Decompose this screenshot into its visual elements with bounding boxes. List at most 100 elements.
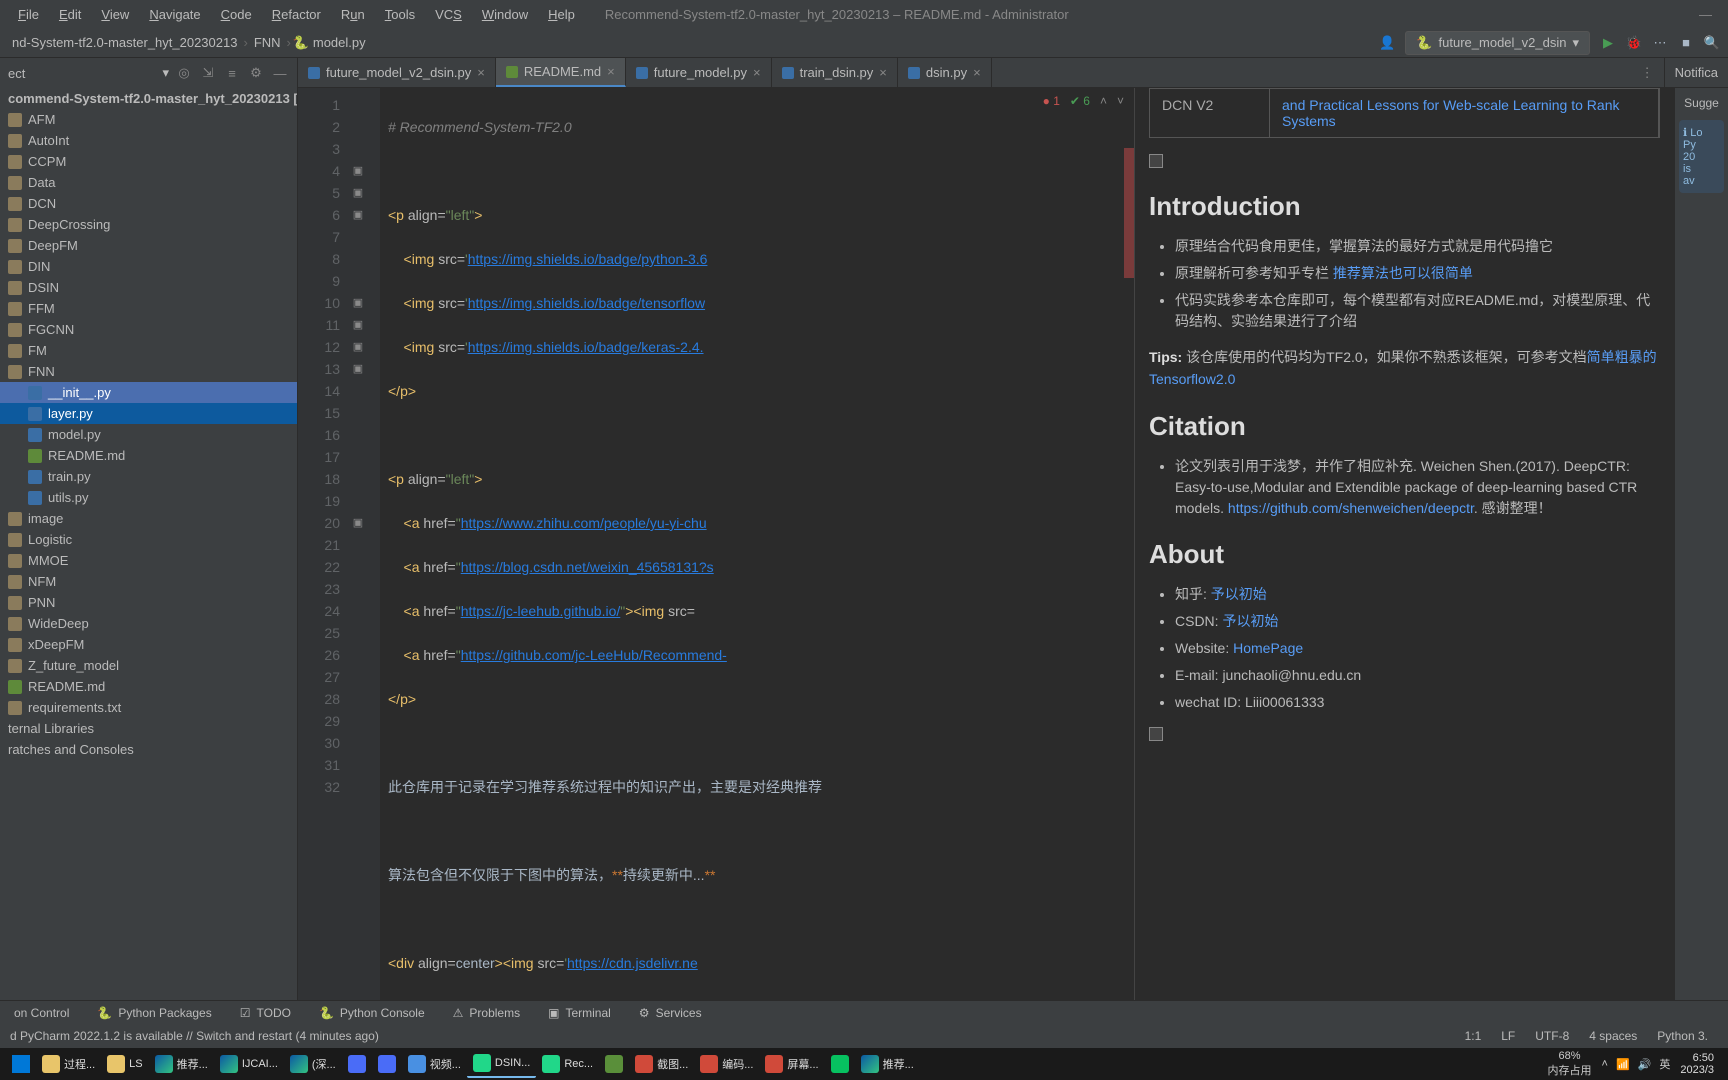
collapse-icon[interactable]: ≡ [223, 66, 241, 81]
tree-folder[interactable]: CCPM [0, 151, 297, 172]
taskbar-item[interactable] [599, 1050, 629, 1078]
tree-folder[interactable]: FFM [0, 298, 297, 319]
tree-scratches[interactable]: ratches and Consoles [0, 739, 297, 760]
taskbar-clock[interactable]: 6:50 2023/3 [1680, 1052, 1714, 1076]
taskbar-item[interactable]: 屏幕... [759, 1050, 824, 1078]
tab-train-dsin[interactable]: train_dsin.py× [772, 58, 898, 87]
suggestions-label[interactable]: Sugge [1679, 96, 1724, 110]
tree-folder[interactable]: MMOE [0, 550, 297, 571]
network-icon[interactable]: 📶 [1616, 1058, 1630, 1071]
run-icon[interactable]: ▶ [1600, 35, 1616, 51]
ime-indicator[interactable]: 英 [1659, 1056, 1670, 1072]
menu-navigate[interactable]: Navigate [139, 7, 210, 22]
taskbar-item[interactable]: 视频... [402, 1050, 467, 1078]
bt-version-control[interactable]: on Control [0, 1006, 83, 1020]
tray-up-icon[interactable]: ˄ [1602, 1058, 1608, 1070]
taskbar-item[interactable]: IJCAI... [214, 1050, 284, 1078]
image-gutter-icon[interactable]: ▣ [348, 292, 368, 314]
close-icon[interactable]: × [477, 65, 485, 80]
memory-indicator[interactable]: 68%内存占用 [1548, 1050, 1592, 1078]
warning-count-icon[interactable]: ✔ 6 [1070, 94, 1090, 108]
close-icon[interactable]: × [879, 65, 887, 80]
taskbar-item-pycharm[interactable]: DSIN... [467, 1050, 536, 1078]
tree-file-utils[interactable]: utils.py [0, 487, 297, 508]
preview-link[interactable]: and Practical Lessons for Web-scale Lear… [1282, 97, 1619, 129]
tree-file-readme-root[interactable]: README.md [0, 676, 297, 697]
menu-code[interactable]: Code [211, 7, 262, 22]
tree-folder[interactable]: AFM [0, 109, 297, 130]
tabs-more-icon[interactable]: ⋮ [1631, 58, 1664, 87]
search-icon[interactable]: 🔍 [1704, 35, 1720, 51]
tree-file-init[interactable]: __init__.py [0, 382, 297, 403]
tree-folder[interactable]: Data [0, 172, 297, 193]
close-icon[interactable]: × [607, 64, 615, 79]
system-tray[interactable]: ˄ 📶 🔊 英 [1602, 1056, 1671, 1072]
taskbar-item[interactable]: 编码... [694, 1050, 759, 1078]
markdown-preview[interactable]: DCN V2 and Practical Lessons for Web-sca… [1134, 88, 1674, 1000]
window-minimize-icon[interactable]: — [1691, 7, 1720, 22]
indent-setting[interactable]: 4 spaces [1579, 1029, 1647, 1043]
hide-icon[interactable]: — [271, 66, 289, 81]
file-encoding[interactable]: UTF-8 [1525, 1029, 1579, 1043]
project-tree[interactable]: commend-System-tf2.0-master_hyt_20230213… [0, 88, 297, 760]
taskbar-item[interactable]: LS [101, 1050, 148, 1078]
close-icon[interactable]: × [753, 65, 761, 80]
menu-view[interactable]: View [91, 7, 139, 22]
tab-readme[interactable]: README.md× [496, 58, 626, 87]
more-run-icon[interactable]: ⋯ [1652, 35, 1668, 51]
image-gutter-icon[interactable]: ▣ [348, 512, 368, 534]
tree-folder[interactable]: Logistic [0, 529, 297, 550]
crumb-file[interactable]: model.py [309, 35, 370, 50]
project-view-label[interactable]: ect [8, 66, 156, 81]
user-add-icon[interactable]: 👤 [1379, 35, 1395, 51]
menu-vcs[interactable]: VCS [425, 7, 472, 22]
menu-file[interactable]: File [8, 7, 49, 22]
menu-help[interactable]: Help [538, 7, 585, 22]
tree-folder[interactable]: image [0, 508, 297, 529]
tree-root[interactable]: commend-System-tf2.0-master_hyt_20230213… [0, 88, 297, 109]
image-gutter-icon[interactable]: ▣ [348, 182, 368, 204]
info-panel[interactable]: ℹ Lo Py 20 is av [1679, 120, 1724, 193]
crumb-folder[interactable]: FNN [250, 35, 285, 50]
error-stripe[interactable] [1124, 148, 1134, 278]
bt-todo[interactable]: ☑TODO [226, 1006, 305, 1020]
bt-problems[interactable]: ⚠Problems [439, 1006, 534, 1020]
debug-icon[interactable]: 🐞 [1626, 35, 1642, 51]
stop-icon[interactable]: ■ [1678, 35, 1694, 51]
image-gutter-icon[interactable]: ▣ [348, 160, 368, 182]
code-analysis-bar[interactable]: ● 1 ✔ 6 ˄ ˅ [1043, 94, 1124, 108]
taskbar-item[interactable]: Rec... [536, 1050, 599, 1078]
tree-folder[interactable]: DeepCrossing [0, 214, 297, 235]
start-button[interactable] [6, 1050, 36, 1078]
preview-link[interactable]: 推荐算法也可以很简单 [1333, 265, 1473, 281]
code-body[interactable]: # Recommend-System-TF2.0 <p align="left"… [380, 88, 1134, 1000]
image-gutter-icon[interactable]: ▣ [348, 204, 368, 226]
taskbar-item[interactable] [825, 1050, 855, 1078]
tree-file-requirements[interactable]: requirements.txt [0, 697, 297, 718]
line-ending[interactable]: LF [1491, 1029, 1525, 1043]
error-count-icon[interactable]: ● 1 [1043, 94, 1060, 108]
image-gutter-icon[interactable]: ▣ [348, 314, 368, 336]
target-icon[interactable]: ◎ [175, 65, 193, 81]
menu-run[interactable]: Run [331, 7, 375, 22]
bt-python-packages[interactable]: 🐍Python Packages [83, 1006, 225, 1020]
next-highlight-icon[interactable]: ˅ [1117, 94, 1124, 108]
tree-file-train[interactable]: train.py [0, 466, 297, 487]
preview-link[interactable]: https://github.com/shenweichen/deepctr [1228, 500, 1474, 516]
bt-services[interactable]: ⚙Services [625, 1006, 716, 1020]
tree-folder[interactable]: DCN [0, 193, 297, 214]
taskbar-item[interactable] [342, 1050, 372, 1078]
tree-external-libs[interactable]: ternal Libraries [0, 718, 297, 739]
tree-folder[interactable]: WideDeep [0, 613, 297, 634]
tree-folder-fnn[interactable]: FNN [0, 361, 297, 382]
tree-folder[interactable]: FGCNN [0, 319, 297, 340]
tree-folder[interactable]: DSIN [0, 277, 297, 298]
taskbar-item[interactable]: 推荐... [149, 1050, 214, 1078]
tab-future-model[interactable]: future_model.py× [626, 58, 772, 87]
tree-file-layer[interactable]: layer.py [0, 403, 297, 424]
notifications-tool[interactable]: Notifica [1664, 58, 1728, 87]
gear-icon[interactable]: ⚙ [247, 65, 265, 81]
tree-file-model[interactable]: model.py [0, 424, 297, 445]
taskbar-item[interactable]: 推荐... [855, 1050, 920, 1078]
tree-folder[interactable]: PNN [0, 592, 297, 613]
